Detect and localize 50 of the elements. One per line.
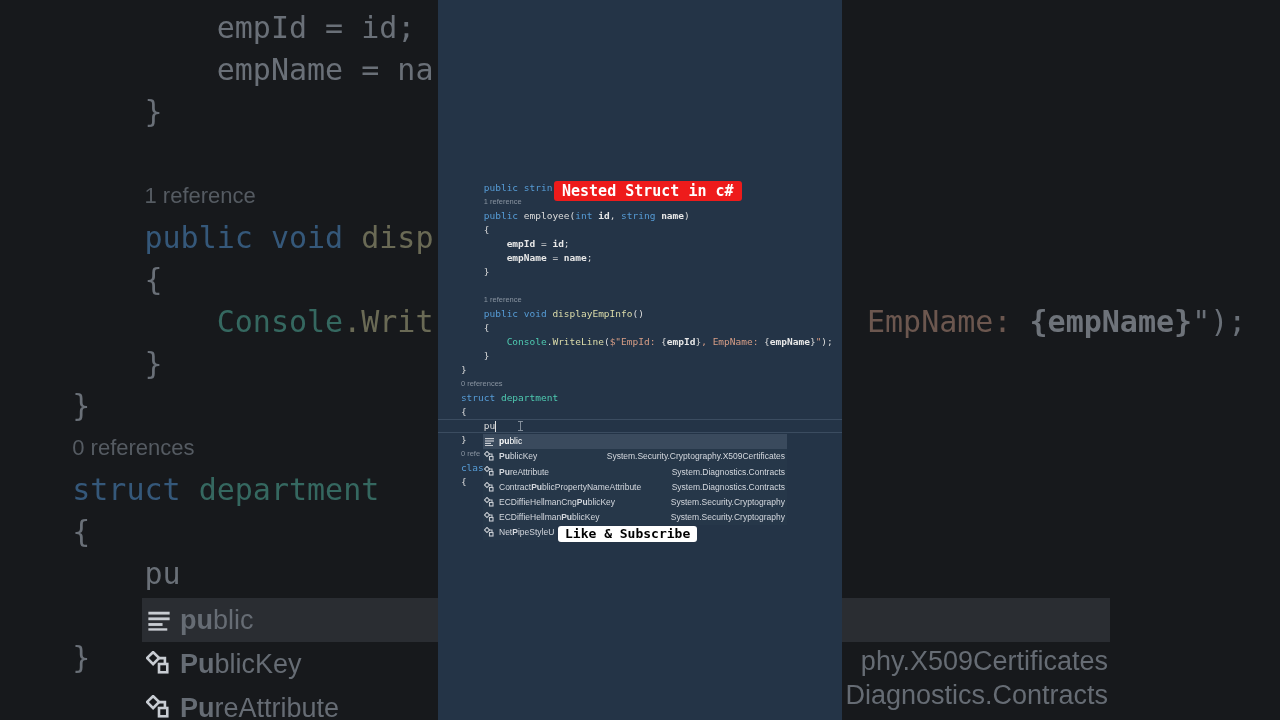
code-line: struct department bbox=[71, 470, 380, 509]
class-icon bbox=[484, 451, 495, 463]
class-icon bbox=[484, 512, 495, 524]
keyword-icon bbox=[484, 436, 495, 448]
class-icon bbox=[484, 496, 495, 508]
code-line: empId = id; bbox=[215, 8, 416, 47]
namespace-label: phy.X509Certificates bbox=[860, 644, 1108, 678]
code-line: empId = id; bbox=[505, 236, 570, 251]
code-line: public void disp bbox=[143, 218, 434, 257]
code-line: empName = na bbox=[215, 50, 434, 89]
code-line: Console.Writ bbox=[215, 302, 434, 341]
code-line: { bbox=[459, 474, 467, 489]
class-icon bbox=[146, 695, 172, 720]
code-line: public void displayEmpInfo() bbox=[482, 306, 644, 321]
code-line: Console.WriteLine($"EmpId: {empId}, EmpName: {empName}"); bbox=[505, 334, 833, 349]
text-cursor bbox=[495, 420, 497, 432]
class-icon bbox=[484, 481, 495, 493]
code-line: struct department bbox=[459, 390, 559, 405]
code-line: } bbox=[143, 344, 163, 383]
class-icon bbox=[146, 651, 172, 677]
video-title-banner: Nested Struct in c# bbox=[554, 181, 742, 201]
reference-count: 0 references bbox=[72, 433, 195, 462]
code-line: pu bbox=[143, 554, 181, 593]
code-line: { bbox=[482, 222, 490, 237]
code-line: EmpName: {empName}"); bbox=[867, 302, 1247, 341]
namespace-label: Diagnostics.Contracts bbox=[845, 678, 1108, 712]
code-line: { bbox=[482, 320, 490, 335]
code-line: { bbox=[459, 404, 467, 419]
subscribe-banner: Like & Subscribe bbox=[558, 526, 698, 542]
code-line: } bbox=[143, 92, 163, 131]
code-line: { bbox=[143, 260, 163, 299]
code-line: } bbox=[459, 432, 467, 447]
class-icon bbox=[484, 527, 495, 539]
code-line: public employee(int id, string name) bbox=[482, 208, 690, 223]
class-icon bbox=[484, 466, 495, 478]
code-line: empName = name; bbox=[505, 250, 593, 265]
completion-item[interactable]: public bbox=[483, 434, 787, 450]
mouse-cursor-icon bbox=[518, 421, 524, 431]
code-line: } bbox=[459, 362, 467, 377]
code-line: } bbox=[482, 264, 490, 279]
code-line: } bbox=[71, 638, 91, 677]
completion-item: public bbox=[142, 598, 438, 642]
code-line: pu bbox=[482, 418, 496, 433]
code-line: { bbox=[71, 512, 91, 551]
reference-count: 1 reference bbox=[144, 181, 256, 210]
code-line: clas bbox=[459, 460, 484, 475]
completion-item[interactable]: PureAttribute System.Diagnostics.Contracts bbox=[483, 464, 787, 480]
code-line: } bbox=[71, 386, 91, 425]
code-line: } bbox=[482, 348, 490, 363]
code-line: public strin bbox=[482, 180, 553, 195]
